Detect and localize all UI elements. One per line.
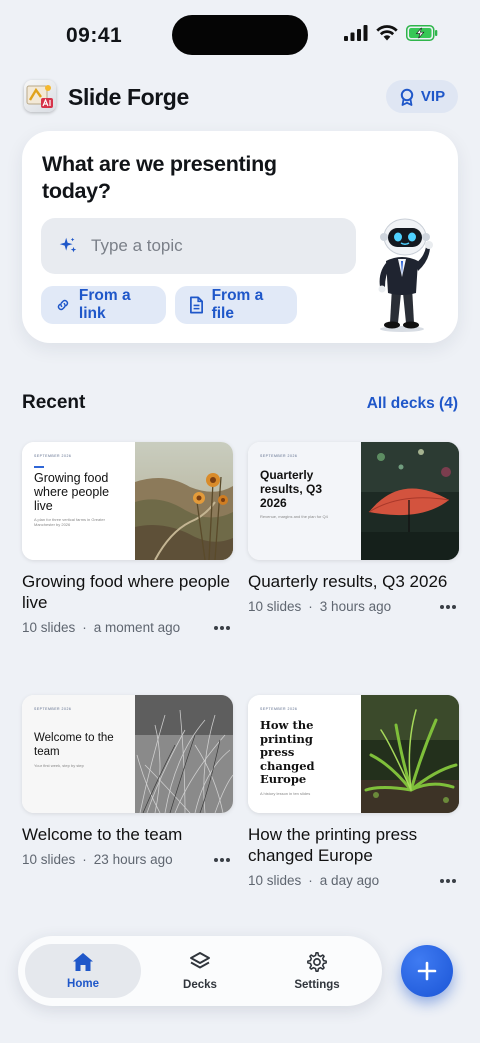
deck-time: 23 hours ago bbox=[93, 852, 173, 867]
deck-title: Welcome to the team bbox=[22, 825, 183, 844]
thumbnail-subtitle: A history lesson in ten slides bbox=[260, 790, 311, 796]
meta-separator: · bbox=[308, 873, 313, 888]
meta-separator: · bbox=[82, 620, 87, 635]
thumbnail-date: SEPTEMBER 2026 bbox=[260, 454, 298, 458]
thumbnail-slide: SEPTEMBER 2026 Quarterly results, Q3 202… bbox=[248, 442, 361, 560]
deck-meta: 10 slides · a moment ago bbox=[22, 620, 233, 635]
status-icons bbox=[344, 25, 438, 41]
signal-icon bbox=[344, 25, 368, 41]
deck-meta: 10 slides · 3 hours ago bbox=[248, 599, 459, 614]
nav-home[interactable]: Home bbox=[25, 944, 141, 998]
meta-separator: · bbox=[82, 852, 87, 867]
dynamic-island bbox=[172, 15, 308, 55]
from-file-button[interactable]: From a file bbox=[175, 286, 297, 324]
thumbnail-subtitle: Revenue, margins and the plan for Q4 bbox=[260, 514, 328, 519]
thumbnail-slide: SEPTEMBER 2026 Welcome to the team Your … bbox=[22, 695, 135, 813]
deck-card[interactable]: SEPTEMBER 2026 Welcome to the team Your … bbox=[22, 695, 233, 867]
thumbnail-date: SEPTEMBER 2026 bbox=[34, 454, 72, 458]
more-icon[interactable] bbox=[213, 625, 231, 631]
bottom-nav: Home Decks Settings bbox=[18, 936, 382, 1006]
thumbnail-image bbox=[135, 442, 233, 560]
hero-title: What are we presenting today? bbox=[42, 152, 277, 203]
gear-icon bbox=[307, 952, 327, 972]
app-header: Slide Forge VIP bbox=[24, 78, 458, 116]
robot-mascot bbox=[378, 218, 433, 332]
thumbnail-title: Welcome to the team bbox=[34, 732, 114, 758]
sparkle-icon bbox=[59, 237, 77, 253]
from-link-label: From a link bbox=[78, 287, 131, 322]
deck-title: How the printing press changed Europe bbox=[248, 825, 418, 865]
nav-home-label: Home bbox=[67, 978, 99, 990]
thumbnail-image bbox=[361, 442, 459, 560]
file-icon bbox=[190, 296, 203, 314]
vip-badge-icon bbox=[400, 88, 414, 106]
nav-settings-label: Settings bbox=[294, 979, 340, 991]
from-file-label: From a file bbox=[211, 287, 264, 322]
deck-slide-count: 10 slides bbox=[248, 599, 302, 614]
deck-thumbnail[interactable]: SEPTEMBER 2026 Quarterly results, Q3 202… bbox=[248, 442, 459, 560]
deck-thumbnail[interactable]: SEPTEMBER 2026 Growing food where people… bbox=[22, 442, 233, 560]
deck-slide-count: 10 slides bbox=[22, 852, 76, 867]
all-decks-link[interactable]: All decks (4) bbox=[367, 395, 458, 413]
deck-title: Growing food where people live bbox=[22, 572, 230, 612]
deck-title: Quarterly results, Q3 2026 bbox=[248, 572, 448, 591]
more-icon[interactable] bbox=[213, 857, 231, 863]
battery-icon bbox=[406, 25, 438, 41]
deck-meta: 10 slides · a day ago bbox=[248, 873, 459, 888]
create-deck-card: What are we presenting today? From a lin… bbox=[22, 131, 458, 343]
thumbnail-date: SEPTEMBER 2026 bbox=[260, 707, 298, 711]
app-title: Slide Forge bbox=[68, 84, 189, 110]
thumbnail-image bbox=[361, 695, 459, 813]
from-link-button[interactable]: From a link bbox=[41, 286, 166, 324]
more-icon[interactable] bbox=[439, 604, 457, 610]
deck-time: 3 hours ago bbox=[319, 599, 392, 614]
more-icon[interactable] bbox=[439, 878, 457, 884]
home-icon bbox=[73, 953, 93, 971]
thumbnail-slide: SEPTEMBER 2026 How the printing press ch… bbox=[248, 695, 361, 813]
deck-slide-count: 10 slides bbox=[248, 873, 302, 888]
thumbnail-image bbox=[135, 695, 233, 813]
meta-separator: · bbox=[308, 599, 313, 614]
nav-decks[interactable]: Decks bbox=[142, 944, 258, 998]
deck-card[interactable]: SEPTEMBER 2026 Growing food where people… bbox=[22, 442, 233, 635]
wifi-icon bbox=[376, 25, 398, 41]
vip-label: VIP bbox=[420, 88, 446, 105]
topic-input[interactable] bbox=[91, 236, 311, 256]
nav-settings[interactable]: Settings bbox=[259, 944, 375, 998]
deck-meta: 10 slides · 23 hours ago bbox=[22, 852, 233, 867]
app-logo bbox=[24, 80, 56, 112]
deck-card[interactable]: SEPTEMBER 2026 Quarterly results, Q3 202… bbox=[248, 442, 459, 614]
topic-input-box[interactable] bbox=[41, 218, 356, 274]
thumbnail-title: Quarterly results, Q3 2026 bbox=[260, 468, 323, 510]
deck-time: a moment ago bbox=[93, 620, 181, 635]
thumbnail-title: How the printing press changed Europe bbox=[260, 718, 315, 786]
deck-thumbnail[interactable]: SEPTEMBER 2026 How the printing press ch… bbox=[248, 695, 459, 813]
thumbnail-rule bbox=[34, 466, 44, 468]
deck-time: a day ago bbox=[319, 873, 380, 888]
status-bar: 09:41 bbox=[0, 0, 480, 70]
recent-title: Recent bbox=[22, 392, 86, 413]
layers-icon bbox=[190, 952, 210, 969]
status-time: 09:41 bbox=[66, 24, 123, 47]
thumbnail-date: SEPTEMBER 2026 bbox=[34, 707, 72, 711]
deck-slide-count: 10 slides bbox=[22, 620, 76, 635]
plus-icon bbox=[417, 961, 437, 981]
new-deck-button[interactable] bbox=[401, 945, 453, 997]
thumbnail-title: Growing food where people live bbox=[34, 470, 110, 513]
link-icon bbox=[57, 299, 69, 311]
nav-decks-label: Decks bbox=[183, 979, 217, 991]
thumbnail-subtitle: Your first week, step by step bbox=[34, 763, 84, 768]
deck-card[interactable]: SEPTEMBER 2026 How the printing press ch… bbox=[248, 695, 459, 888]
thumbnail-slide: SEPTEMBER 2026 Growing food where people… bbox=[22, 442, 135, 560]
deck-thumbnail[interactable]: SEPTEMBER 2026 Welcome to the team Your … bbox=[22, 695, 233, 813]
vip-button[interactable]: VIP bbox=[386, 80, 458, 113]
thumbnail-subtitle: A plan for three vertical farms in Great… bbox=[34, 516, 105, 527]
